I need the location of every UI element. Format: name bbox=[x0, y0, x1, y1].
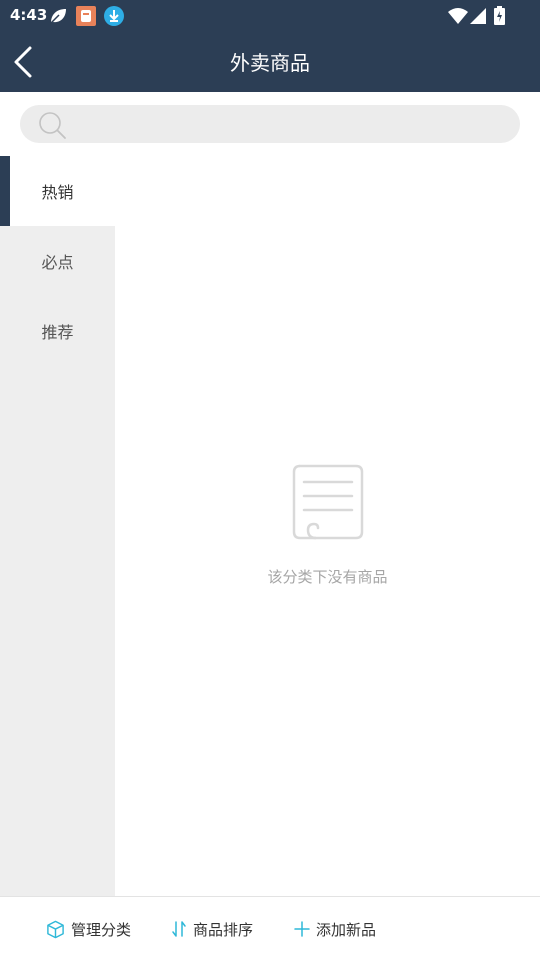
add-product-button[interactable]: 添加新品 bbox=[294, 917, 376, 941]
add-product-label: 添加新品 bbox=[316, 920, 377, 939]
search-bar bbox=[0, 92, 540, 156]
download-icon bbox=[104, 6, 124, 26]
sidebar-item-label: 必点 bbox=[41, 253, 74, 272]
manage-category-button[interactable]: 管理分类 bbox=[46, 917, 131, 941]
plus-icon bbox=[294, 921, 310, 937]
app-notification-icon bbox=[76, 6, 96, 26]
manage-category-label: 管理分类 bbox=[71, 920, 132, 939]
search-icon bbox=[39, 112, 66, 139]
empty-document-icon bbox=[292, 464, 364, 540]
empty-state-text: 该分类下没有商品 bbox=[267, 568, 388, 586]
category-sidebar: 热销 必点 推荐 bbox=[0, 156, 115, 896]
header: 外卖商品 bbox=[0, 32, 540, 92]
sort-arrows-icon bbox=[172, 921, 186, 937]
top-bar: 4:43 外卖商品 bbox=[0, 0, 540, 92]
search-input[interactable] bbox=[76, 105, 510, 145]
sort-products-label: 商品排序 bbox=[193, 920, 254, 939]
leaf-icon bbox=[50, 9, 66, 24]
status-bar: 4:43 bbox=[0, 0, 540, 32]
cube-icon bbox=[47, 920, 64, 938]
status-time: 4:43 bbox=[10, 6, 48, 24]
sidebar-item-label: 推荐 bbox=[41, 323, 74, 342]
battery-charging-icon bbox=[494, 6, 505, 25]
bottom-toolbar: 管理分类 商品排序 添加新品 bbox=[0, 896, 540, 960]
page-title: 外卖商品 bbox=[230, 51, 310, 75]
screen: 4:43 外卖商品 热销 必点 推荐 该分类下没有商品 管理分类 商品排序 添加… bbox=[0, 0, 540, 960]
wifi-icon bbox=[448, 8, 468, 24]
sidebar-item-recommend[interactable]: 推荐 bbox=[0, 296, 115, 366]
sidebar-item-label: 热销 bbox=[41, 183, 74, 202]
sidebar-item-must-order[interactable]: 必点 bbox=[0, 226, 115, 296]
signal-icon bbox=[470, 8, 486, 24]
search-box[interactable] bbox=[20, 105, 520, 145]
sidebar-item-hot[interactable]: 热销 bbox=[0, 156, 115, 226]
sort-products-button[interactable]: 商品排序 bbox=[171, 917, 253, 941]
